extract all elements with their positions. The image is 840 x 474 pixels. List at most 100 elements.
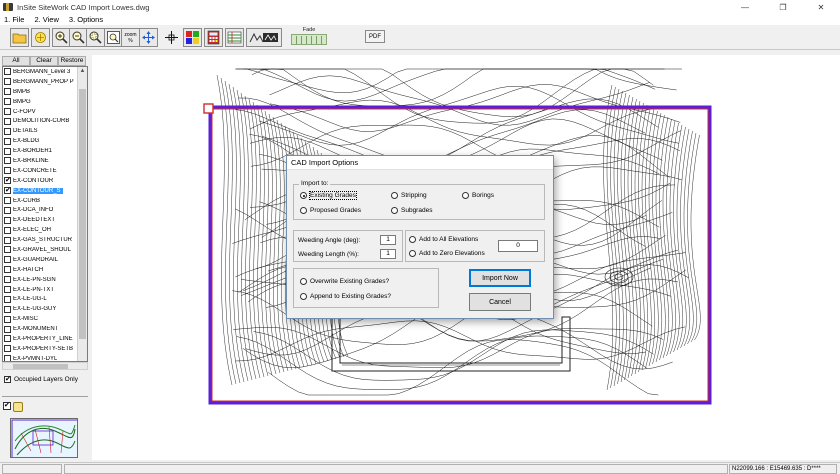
- menu-options[interactable]: 3. Options: [69, 15, 103, 24]
- layer-item[interactable]: BERGMANN_PROP P: [3, 77, 79, 87]
- layer-checkbox[interactable]: [4, 167, 11, 175]
- layer-checkbox[interactable]: [4, 335, 11, 343]
- radio-add-all-dot[interactable]: [409, 236, 416, 243]
- layer-checkbox[interactable]: [4, 157, 11, 165]
- radio-subgrades[interactable]: Subgrades: [391, 207, 432, 214]
- radio-append-grades[interactable]: Append to Existing Grades?: [300, 293, 391, 300]
- fade-slider[interactable]: Fade: [289, 27, 329, 48]
- all-layers-button[interactable]: All: [2, 56, 30, 66]
- layer-checkbox[interactable]: [4, 286, 11, 294]
- layer-list-hscrollbar[interactable]: [2, 362, 88, 370]
- layer-item[interactable]: EX-MONUMENT: [3, 324, 79, 334]
- fade-track[interactable]: [291, 34, 327, 45]
- weeding-angle-input[interactable]: 1: [380, 235, 396, 245]
- radio-overwrite-grades[interactable]: Overwrite Existing Grades?: [300, 278, 389, 285]
- pdf-button[interactable]: PDF: [365, 30, 385, 43]
- radio-existing-grades-dot[interactable]: [300, 192, 307, 199]
- lock-icon[interactable]: [13, 402, 23, 412]
- layer-item[interactable]: EX-LE-UG-GUY: [3, 304, 79, 314]
- layer-checkbox[interactable]: [4, 305, 11, 313]
- show-overview-checkbox[interactable]: [3, 401, 11, 410]
- layer-checkbox[interactable]: [4, 266, 11, 274]
- layer-checkbox[interactable]: [4, 355, 11, 361]
- layer-item[interactable]: EX-BORDER1: [3, 146, 79, 156]
- radio-subgrades-dot[interactable]: [391, 207, 398, 214]
- radio-add-zero-dot[interactable]: [409, 250, 416, 257]
- layer-item[interactable]: C-FOPV: [3, 107, 79, 117]
- layer-item[interactable]: DETAILS: [3, 126, 79, 136]
- layer-checkbox[interactable]: [4, 325, 11, 333]
- layer-checkbox[interactable]: [4, 186, 11, 195]
- radio-borings[interactable]: Borings: [462, 192, 494, 199]
- close-button[interactable]: ✕: [802, 0, 840, 14]
- layer-item[interactable]: EX-CONCRETE: [3, 166, 79, 176]
- layer-item[interactable]: EX-GRAVEL_SHOUL: [3, 245, 79, 255]
- layer-item[interactable]: EX-LE-UG-L: [3, 294, 79, 304]
- radio-append-dot[interactable]: [300, 293, 307, 300]
- layer-item[interactable]: EX-BRKLINE: [3, 156, 79, 166]
- selection-handle[interactable]: [203, 103, 214, 114]
- menu-file[interactable]: 1. File: [4, 15, 24, 24]
- radio-proposed-grades-dot[interactable]: [300, 207, 307, 214]
- open-folder-button[interactable]: [10, 28, 29, 47]
- layer-checkbox[interactable]: [4, 137, 11, 145]
- maximize-button[interactable]: ❐: [764, 0, 802, 14]
- zoom-percent-button[interactable]: zoom %: [121, 28, 140, 47]
- layer-item[interactable]: EX-GUARDRAIL: [3, 255, 79, 265]
- radio-borings-dot[interactable]: [462, 192, 469, 199]
- layer-item[interactable]: EX-DCA_INFO: [3, 205, 79, 215]
- layer-item[interactable]: BMPB: [3, 87, 79, 97]
- radio-stripping[interactable]: Stripping: [391, 192, 427, 199]
- calculator-button[interactable]: [204, 28, 223, 47]
- layer-item[interactable]: EX-DEEDTEXT: [3, 215, 79, 225]
- radio-add-zero-elevations[interactable]: Add to Zero Elevations: [409, 250, 485, 257]
- scroll-thumb[interactable]: [79, 89, 86, 339]
- cancel-button[interactable]: Cancel: [469, 293, 531, 311]
- layer-checkbox[interactable]: [4, 98, 11, 106]
- layer-item[interactable]: BERGMANN_Level 3: [3, 67, 79, 77]
- layer-item[interactable]: DEMOLITION-CURB: [3, 116, 79, 126]
- layer-item[interactable]: EX-LE-PN-SGN: [3, 275, 79, 285]
- layer-item[interactable]: EX-MISC: [3, 314, 79, 324]
- clear-layers-button[interactable]: Clear: [30, 56, 58, 66]
- hscroll-thumb[interactable]: [13, 364, 68, 369]
- restore-layers-button[interactable]: Restore: [58, 56, 86, 66]
- layer-item[interactable]: EX-PVMNT-DYL: [3, 354, 79, 361]
- layer-checkbox[interactable]: [4, 236, 11, 244]
- layer-grid-button[interactable]: [225, 28, 244, 47]
- occupied-layers-checkbox[interactable]: [4, 375, 11, 383]
- import-now-button[interactable]: Import Now: [469, 269, 531, 287]
- layer-checkbox[interactable]: [4, 88, 11, 96]
- layer-item[interactable]: EX-ELEC_OH: [3, 225, 79, 235]
- layer-checkbox[interactable]: [4, 147, 11, 155]
- layer-item[interactable]: EX-HATCH: [3, 265, 79, 275]
- layer-checkbox[interactable]: [4, 68, 11, 76]
- minimize-button[interactable]: —: [726, 0, 764, 14]
- layer-checkbox[interactable]: [4, 197, 11, 205]
- layer-checkbox[interactable]: [4, 108, 11, 115]
- layer-checkbox[interactable]: [4, 276, 11, 284]
- layer-item[interactable]: BMPG: [3, 97, 79, 107]
- layer-checkbox[interactable]: [4, 176, 11, 185]
- layers-button[interactable]: [31, 28, 50, 47]
- layer-checkbox[interactable]: [4, 216, 11, 224]
- layer-list-scrollbar[interactable]: ▲: [77, 67, 87, 361]
- layer-checkbox[interactable]: [4, 127, 11, 135]
- layer-checkbox[interactable]: [4, 226, 11, 234]
- layer-item[interactable]: EX-CONTOUR_S: [3, 186, 79, 196]
- layer-checkbox[interactable]: [4, 78, 11, 86]
- radio-add-all-elevations[interactable]: Add to All Elevations: [409, 236, 478, 243]
- weeding-length-input[interactable]: 1: [380, 249, 396, 259]
- import-site-button[interactable]: [246, 28, 282, 47]
- layer-item[interactable]: EX-PROPERTY-SETB: [3, 344, 79, 354]
- layer-item[interactable]: EX-BLDG: [3, 136, 79, 146]
- layer-item[interactable]: EX-CURB: [3, 196, 79, 206]
- overview-thumbnail[interactable]: [10, 418, 78, 458]
- layer-checkbox[interactable]: [4, 206, 11, 214]
- crosshair-button[interactable]: [162, 28, 181, 47]
- layer-item[interactable]: EX-GAS_STRUCTUR: [3, 235, 79, 245]
- radio-stripping-dot[interactable]: [391, 192, 398, 199]
- menu-view[interactable]: 2. View: [34, 15, 58, 24]
- layer-checkbox[interactable]: [4, 295, 11, 303]
- radio-overwrite-dot[interactable]: [300, 278, 307, 285]
